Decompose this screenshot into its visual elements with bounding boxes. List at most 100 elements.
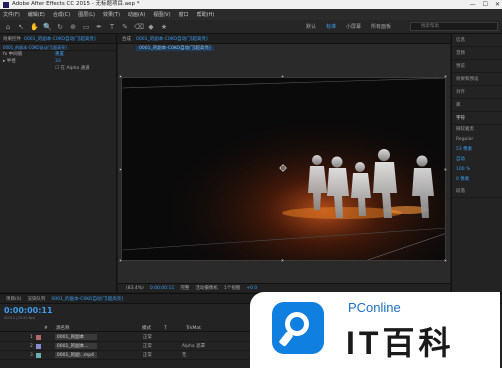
font-style-value[interactable]: Regular (456, 135, 473, 145)
col-mode[interactable]: 模式 (142, 325, 164, 331)
home-icon[interactable]: ⌂ (4, 23, 12, 31)
resolution-dropdown[interactable]: 完整 (180, 285, 189, 291)
effects-presets-panel-tab[interactable]: 效果和预设 (452, 73, 502, 86)
menu-window[interactable]: 窗口 (179, 11, 189, 18)
menu-view[interactable]: 视图(V) (153, 11, 170, 18)
effect-controls-tab[interactable]: 效果控件 (3, 36, 21, 42)
alpha-channel-row[interactable]: ☐ 在 Alpha 通道 (0, 65, 116, 72)
viewer-timecode[interactable]: 0:00:00:11 (150, 286, 175, 291)
menu-edit[interactable]: 编辑(E) (28, 11, 45, 18)
workspace-small-screen[interactable]: 小屏幕 (346, 23, 361, 30)
paragraph-panel-tab[interactable]: 段落 (452, 185, 502, 198)
baseline-value[interactable]: 0 像素 (456, 175, 469, 185)
layer-row[interactable]: 2 0001_的副本... 正常 Alpha 遮罩 (0, 342, 250, 351)
tools-toolbar: ⌂ ↖ ✋ 🔍 ↻ ⊕ ▭ ✒ T ✎ ⌫ ◆ ★ 默认 标准 小屏幕 所有面板… (0, 20, 502, 34)
transform-handle[interactable] (444, 259, 447, 262)
transform-handle[interactable] (281, 75, 284, 78)
exposure-value[interactable]: +0.0 (246, 286, 257, 291)
layer-color-label[interactable] (35, 352, 41, 358)
zoom-dropdown[interactable]: (83.4%) (126, 286, 144, 291)
layer-mode[interactable]: 正常 (143, 334, 152, 340)
effect-controls-target[interactable]: 0001_的副本-C0KO自动门[超高亮] (24, 36, 96, 42)
workspace-default[interactable]: 默认 (306, 23, 316, 30)
info-panel-tab[interactable]: 信息 (452, 34, 502, 47)
render-queue-tab[interactable]: 渲染队列 (27, 296, 45, 302)
menu-file[interactable]: 文件(F) (3, 11, 20, 18)
views-dropdown[interactable]: 1个视图 (224, 285, 240, 291)
font-family-row[interactable]: 微软雅黑 (452, 125, 502, 135)
alpha-channel-checkbox[interactable]: ☐ 在 Alpha 通道 (55, 65, 90, 72)
layer-name[interactable]: 0001_的副本... (54, 343, 97, 349)
layer-mode[interactable]: 正常 (143, 352, 152, 358)
col-trkmat[interactable]: TrkMat (186, 325, 201, 331)
transform-handle[interactable] (119, 168, 122, 171)
workspace-all-panels[interactable]: 所有面板 (371, 23, 391, 30)
anchor-tool-icon[interactable]: ⊕ (69, 23, 77, 31)
rotate-tool-icon[interactable]: ↻ (56, 23, 64, 31)
layer-mode[interactable]: 正常 (143, 343, 152, 349)
col-t[interactable]: T (164, 325, 186, 331)
col-source-name[interactable]: 源名称 (56, 325, 142, 331)
effect-name: fx 中间值 (3, 52, 23, 57)
transform-handle[interactable] (119, 75, 122, 78)
menu-help[interactable]: 帮助(H) (197, 11, 215, 18)
layer-name[interactable]: 0001_的副...mp4 (54, 352, 97, 358)
timeline-comp-tab[interactable]: 0001_的副本-C0KO自动门[超高亮] (51, 296, 123, 302)
pen-tool-icon[interactable]: ✒ (95, 23, 103, 31)
preview-panel-tab[interactable]: 预览 (452, 60, 502, 73)
font-size-row[interactable]: 53 像素 (452, 145, 502, 155)
baseline-row[interactable]: 0 像素 (452, 175, 502, 185)
font-style-row[interactable]: Regular (452, 135, 502, 145)
workspace-standard[interactable]: 标准 (326, 23, 336, 30)
menu-composition[interactable]: 合成(C) (53, 11, 70, 18)
eraser-tool-icon[interactable]: ⌫ (134, 23, 144, 31)
leading-row[interactable]: 自动 (452, 155, 502, 165)
transform-handle[interactable] (281, 259, 284, 262)
composition-viewer[interactable] (121, 77, 446, 261)
menu-layer[interactable]: 图层(L) (78, 11, 95, 18)
puppet-tool-icon[interactable]: ★ (160, 23, 168, 31)
layer-trkmat[interactable]: Alpha 遮罩 (182, 343, 205, 349)
brush-tool-icon[interactable]: ✎ (121, 23, 129, 31)
current-time-display[interactable]: 0:00:00:11 (4, 306, 53, 315)
transform-handle[interactable] (444, 75, 447, 78)
selection-tool-icon[interactable]: ↖ (17, 23, 25, 31)
leading-value[interactable]: 自动 (456, 155, 465, 165)
tracking-value[interactable]: 100 % (456, 165, 470, 175)
text-tool-icon[interactable]: T (108, 23, 116, 31)
radius-value[interactable]: 33 (55, 58, 61, 65)
camera-dropdown[interactable]: 活动摄像机 (195, 285, 218, 291)
tracking-row[interactable]: 100 % (452, 165, 502, 175)
rectangle-tool-icon[interactable]: ▭ (82, 23, 90, 31)
maximize-button[interactable]: ☐ (483, 0, 488, 9)
align-panel-tab[interactable]: 对齐 (452, 86, 502, 99)
close-button[interactable]: ✕ (495, 0, 500, 9)
font-family-value[interactable]: 微软雅黑 (456, 125, 474, 135)
roto-tool-icon[interactable]: ◆ (147, 23, 155, 31)
layer-trkmat[interactable]: 无 (182, 352, 187, 358)
breadcrumb-item[interactable]: 0001_的副本-C0KO自动门[超高亮] (136, 46, 214, 51)
composition-tab-label[interactable]: 合成 (122, 36, 131, 42)
help-search-input[interactable]: 搜索帮助 (410, 22, 498, 31)
transform-handle[interactable] (444, 168, 447, 171)
minimize-button[interactable]: — (470, 0, 476, 9)
transform-handle[interactable] (119, 259, 122, 262)
effect-median-row[interactable]: fx 中间值 重置 (0, 51, 116, 58)
composition-tab-name[interactable]: 0001_的副本-C0KO自动门[超高亮] (136, 36, 208, 42)
zoom-tool-icon[interactable]: 🔍 (43, 23, 52, 31)
menu-animation[interactable]: 动画(A) (128, 11, 145, 18)
font-size-value[interactable]: 53 像素 (456, 145, 472, 155)
layer-color-label[interactable] (35, 343, 41, 349)
hand-tool-icon[interactable]: ✋ (30, 23, 39, 31)
layer-color-label[interactable] (35, 334, 41, 340)
project-tab[interactable]: 项目(0) (6, 296, 21, 302)
character-panel-tab[interactable]: 字符 (452, 112, 502, 125)
layer-row[interactable]: 1 0001_的副本 正常 (0, 333, 250, 342)
menu-effect[interactable]: 效果(T) (103, 11, 120, 18)
radius-row[interactable]: ▸ 半径 33 (0, 58, 116, 65)
effect-reset-link[interactable]: 重置 (55, 51, 64, 58)
library-panel-tab[interactable]: 库 (452, 99, 502, 112)
layer-name[interactable]: 0001_的副本 (54, 334, 97, 340)
layer-row[interactable]: 3 0001_的副...mp4 正常 无 (0, 351, 250, 360)
audio-panel-tab[interactable]: 音频 (452, 47, 502, 60)
